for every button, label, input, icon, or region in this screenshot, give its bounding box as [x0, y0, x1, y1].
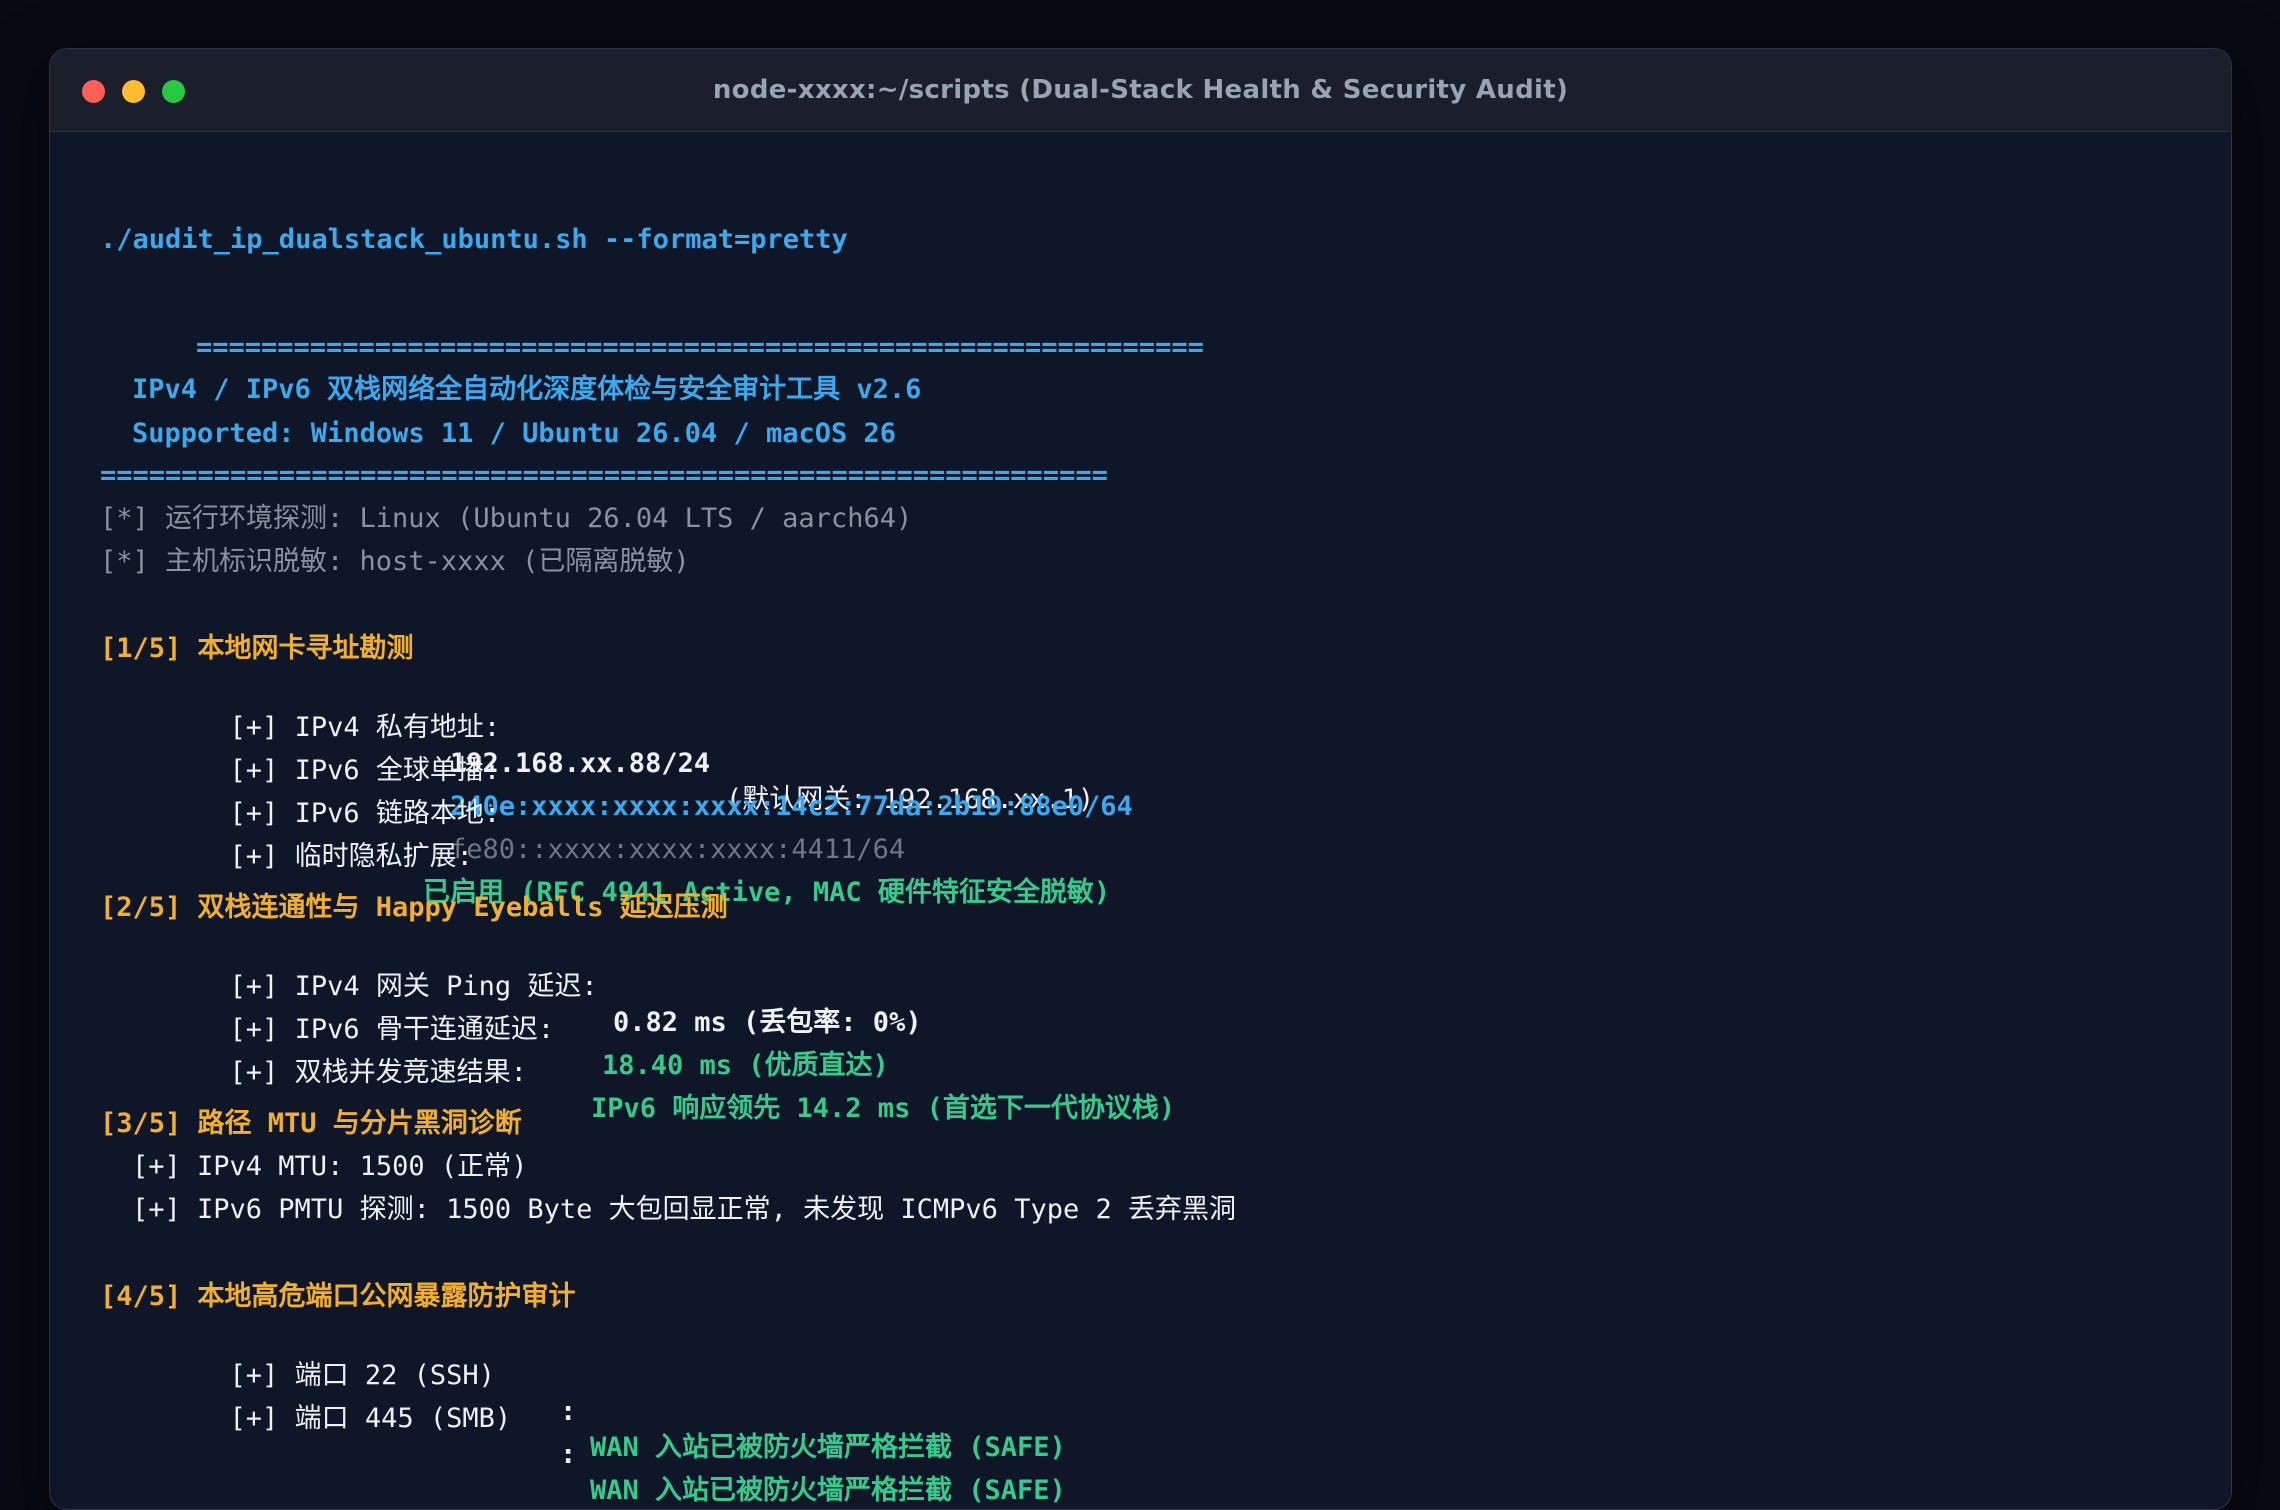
race-result-label: [+] 双栈并发竞速结果:: [229, 1057, 527, 1088]
race-result-value: IPv6 响应领先 14.2 ms (首选下一代协议栈): [591, 1093, 1176, 1124]
command-line: ./audit_ip_dualstack_ubuntu.sh --format=…: [100, 224, 848, 255]
title-bar[interactable]: node-xxxx:~/scripts (Dual-Stack Health &…: [50, 49, 2231, 132]
port-445-separator: :: [560, 1439, 577, 1470]
port-445-row: [+] 端口 445 (SMB) : WAN 入站已被防火墙严格拦截 (SAFE…: [132, 1365, 1066, 1509]
window-title: node-xxxx:~/scripts (Dual-Stack Health &…: [712, 75, 1569, 105]
banner-supported: Supported: Windows 11 / Ubuntu 26.04 / m…: [132, 418, 897, 449]
ipv4-ping-value: 0.82 ms (丢包率: 0%): [613, 1007, 922, 1038]
port-22-status: WAN 入站已被防火墙严格拦截 (SAFE): [590, 1432, 1066, 1463]
ipv6-global-value: 240e:xxxx:xxxx:xxxx:14c2:77da:2b19:88e0/…: [450, 791, 1133, 822]
port-445-status: WAN 入站已被防火墙严格拦截 (SAFE): [590, 1475, 1066, 1506]
env-detect-line: [*] 运行环境探测: Linux (Ubuntu 26.04 LTS / aa…: [100, 503, 913, 534]
section-1-header: [1/5] 本地网卡寻址勘测: [100, 633, 414, 664]
section-2-header: [2/5] 双栈连通性与 Happy Eyeballs 延迟压测: [100, 892, 728, 923]
banner-rule-top: ========================================…: [196, 332, 1204, 363]
ipv6-pmtu-line: [+] IPv6 PMTU 探测: 1500 Byte 大包回显正常, 未发现 …: [132, 1194, 1236, 1225]
section-3-header: [3/5] 路径 MTU 与分片黑洞诊断: [100, 1108, 522, 1139]
ipv6-backbone-value: 18.40 ms (优质直达): [602, 1050, 889, 1081]
banner-title: IPv4 / IPv6 双栈网络全自动化深度体检与安全审计工具 v2.6: [132, 374, 922, 405]
terminal-output[interactable]: ./audit_ip_dualstack_ubuntu.sh --format=…: [50, 132, 2231, 1509]
ipv6-link-value: fe80::xxxx:xxxx:xxxx:4411/64: [450, 834, 906, 865]
ipv4-mtu-line: [+] IPv4 MTU: 1500 (正常): [132, 1151, 528, 1182]
banner-rule-bottom: ========================================…: [100, 460, 1108, 491]
privacy-ext-label: [+] 临时隐私扩展:: [229, 841, 473, 872]
host-mask-line: [*] 主机标识脱敏: host-xxxx (已隔离脱敏): [100, 546, 690, 577]
port-22-separator: :: [560, 1396, 577, 1427]
section-4-header: [4/5] 本地高危端口公网暴露防护审计: [100, 1281, 576, 1312]
port-445-label: [+] 端口 445 (SMB): [229, 1403, 512, 1434]
terminal-window: node-xxxx:~/scripts (Dual-Stack Health &…: [49, 48, 2232, 1510]
